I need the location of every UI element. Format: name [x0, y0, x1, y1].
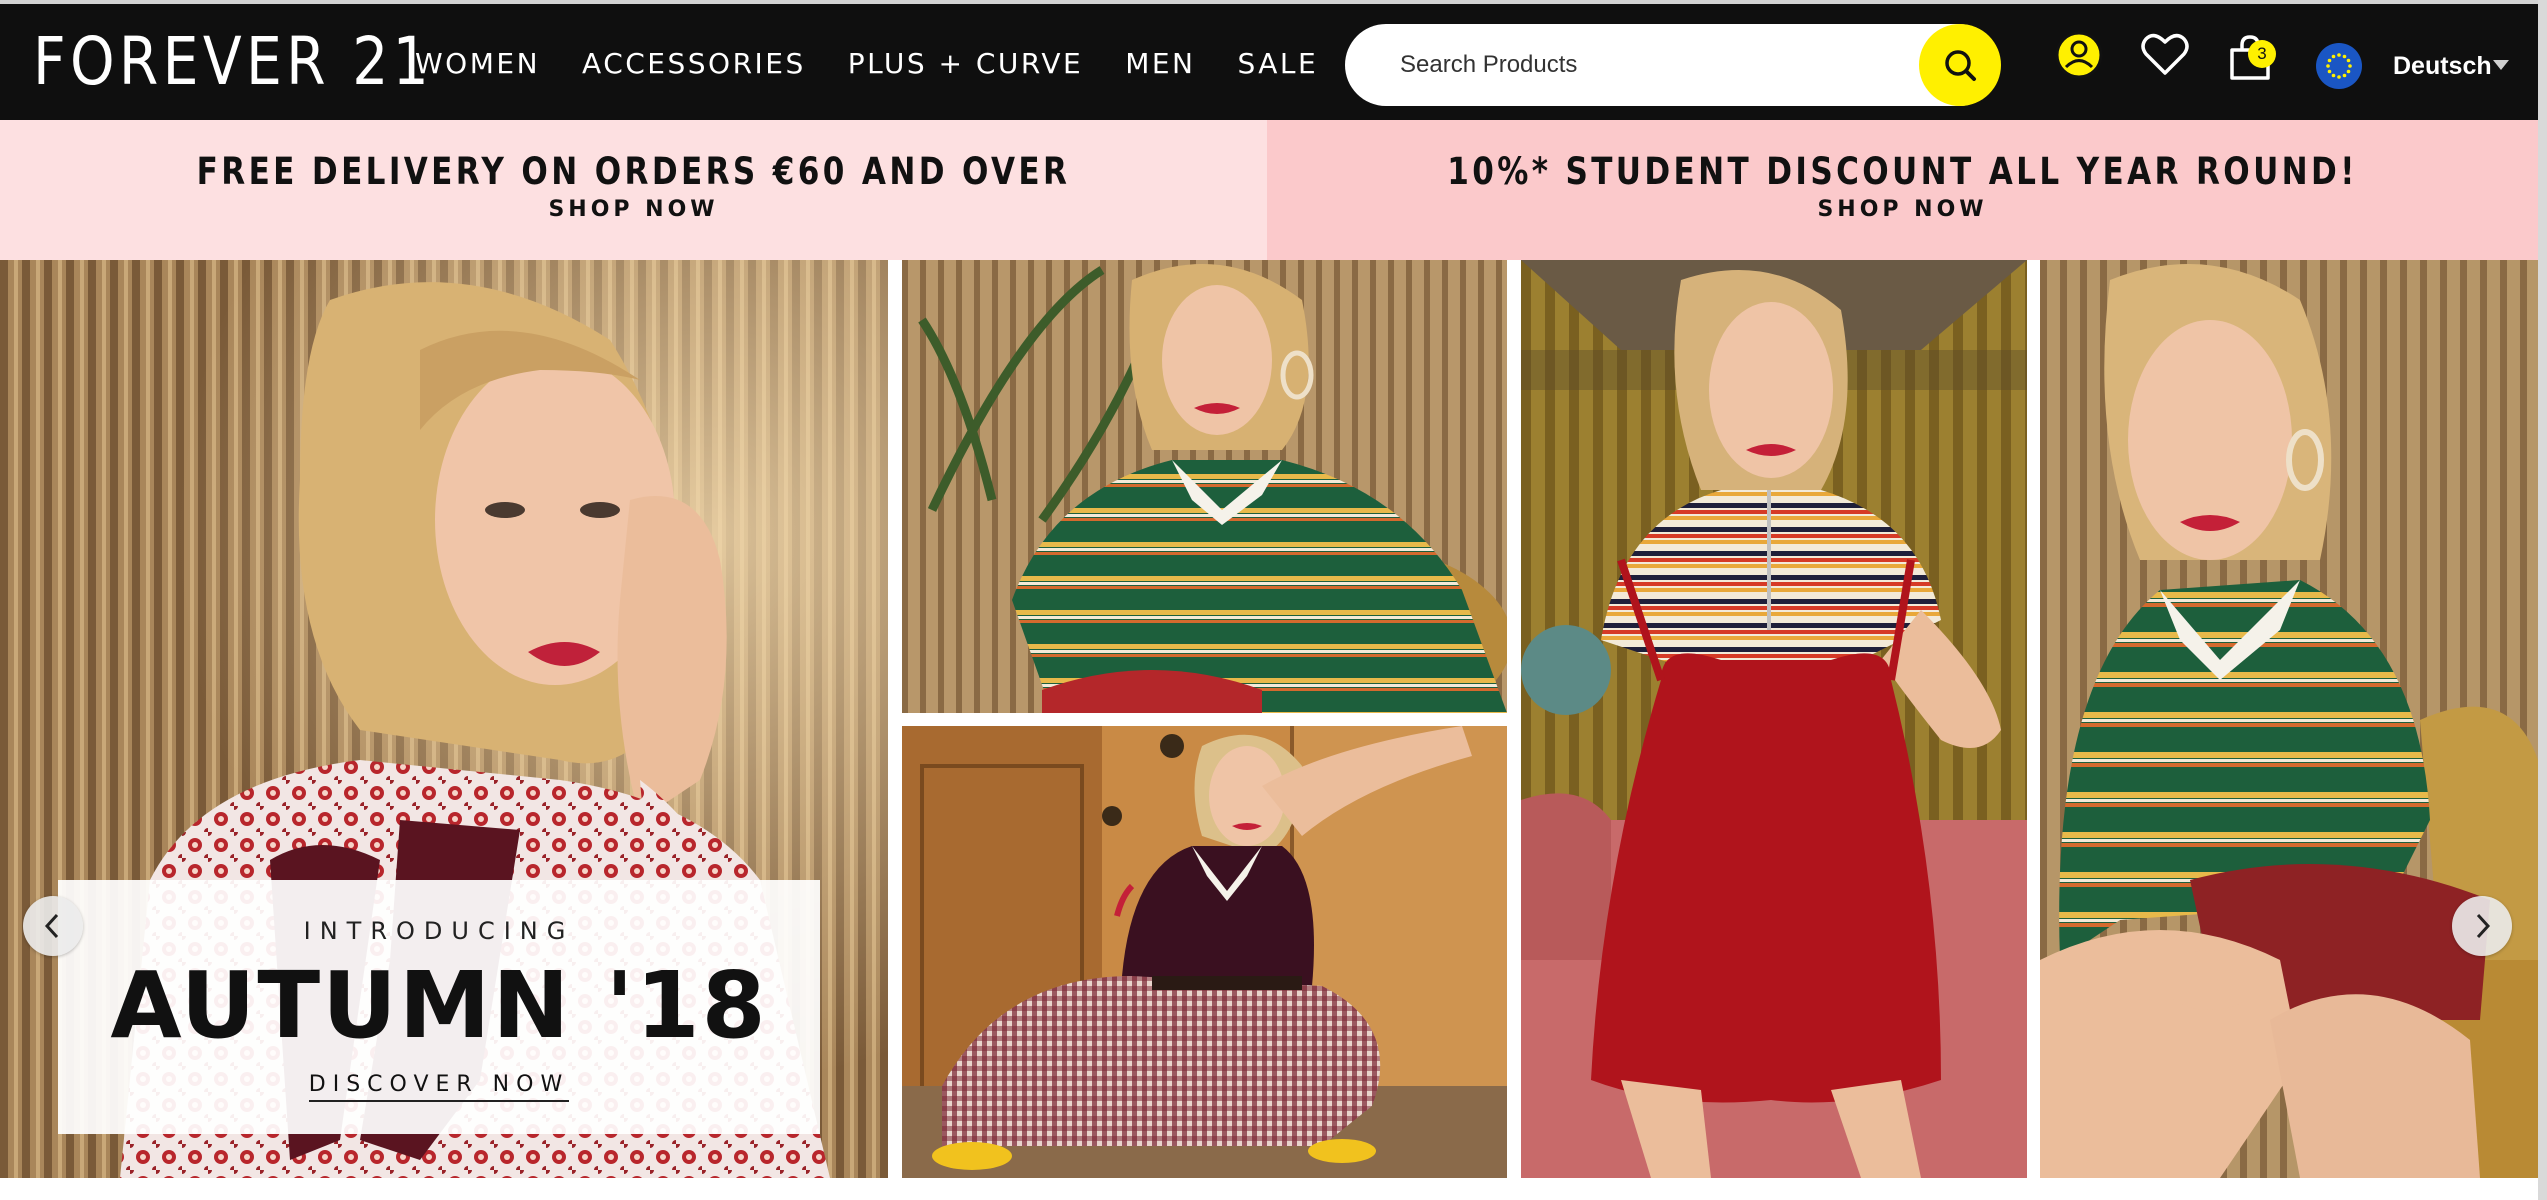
chevron-right-icon [2476, 913, 2491, 939]
hero-photo-red-pinafore-dress[interactable] [1521, 260, 2027, 1178]
search-input[interactable] [1400, 45, 1900, 85]
page-scrollbar[interactable] [2538, 0, 2547, 1200]
nav-item-men[interactable]: MEN [1125, 44, 1195, 84]
nav-item-sale[interactable]: SALE [1237, 44, 1318, 84]
hero-collage: INTRODUCING AUTUMN '18 DISCOVER NOW [0, 260, 2538, 1178]
nav-item-plus-curve[interactable]: PLUS + CURVE [848, 44, 1083, 84]
chevron-down-icon[interactable] [2492, 59, 2510, 71]
carousel-prev-button[interactable] [23, 896, 83, 956]
search-button[interactable] [1919, 24, 2001, 106]
account-icon[interactable] [2054, 30, 2104, 80]
search-icon [1945, 50, 1976, 81]
nav-item-accessories[interactable]: ACCESSORIES [582, 44, 806, 84]
forever21-logo[interactable]: FOREVER 21 [33, 26, 433, 98]
search-bar [1345, 24, 2001, 106]
hero-photo-green-striped-top[interactable] [902, 260, 1507, 713]
promo-shop-now-link[interactable]: SHOP NOW [1267, 196, 2538, 224]
main-nav: WOMEN ACCESSORIES PLUS + CURVE MEN SALE [415, 44, 1360, 84]
hero-title: AUTUMN '18 [110, 952, 768, 1059]
discover-now-link[interactable]: DISCOVER NOW [308, 1070, 570, 1102]
hero-photo-gingham-trousers[interactable] [902, 726, 1507, 1178]
chevron-left-icon [44, 913, 59, 939]
carousel-next-button[interactable] [2452, 896, 2512, 956]
hero-photo-green-striped-seated[interactable] [2040, 260, 2538, 1178]
promo-title: 10%* STUDENT DISCOUNT ALL YEAR ROUND! [1447, 150, 2358, 193]
promo-title: FREE DELIVERY ON ORDERS €60 AND OVER [196, 150, 1071, 193]
site-header: FOREVER 21 WOMEN ACCESSORIES PLUS + CURV… [0, 0, 2538, 120]
promo-shop-now-link[interactable]: SHOP NOW [0, 196, 1267, 224]
nav-item-women[interactable]: WOMEN [415, 44, 540, 84]
language-selector[interactable]: Deutsch [2393, 52, 2492, 81]
promo-free-delivery[interactable]: FREE DELIVERY ON ORDERS €60 AND OVER SHO… [0, 120, 1267, 260]
hero-kicker: INTRODUCING [303, 917, 575, 945]
eu-flag-icon[interactable] [2315, 42, 2363, 90]
bag-count-badge: 3 [2248, 40, 2276, 68]
promo-student-discount[interactable]: 10%* STUDENT DISCOUNT ALL YEAR ROUND! SH… [1267, 120, 2538, 260]
hero-feature-card: INTRODUCING AUTUMN '18 DISCOVER NOW [58, 880, 820, 1134]
heart-icon[interactable] [2140, 30, 2190, 78]
page: FOREVER 21 WOMEN ACCESSORIES PLUS + CURV… [0, 0, 2538, 1200]
